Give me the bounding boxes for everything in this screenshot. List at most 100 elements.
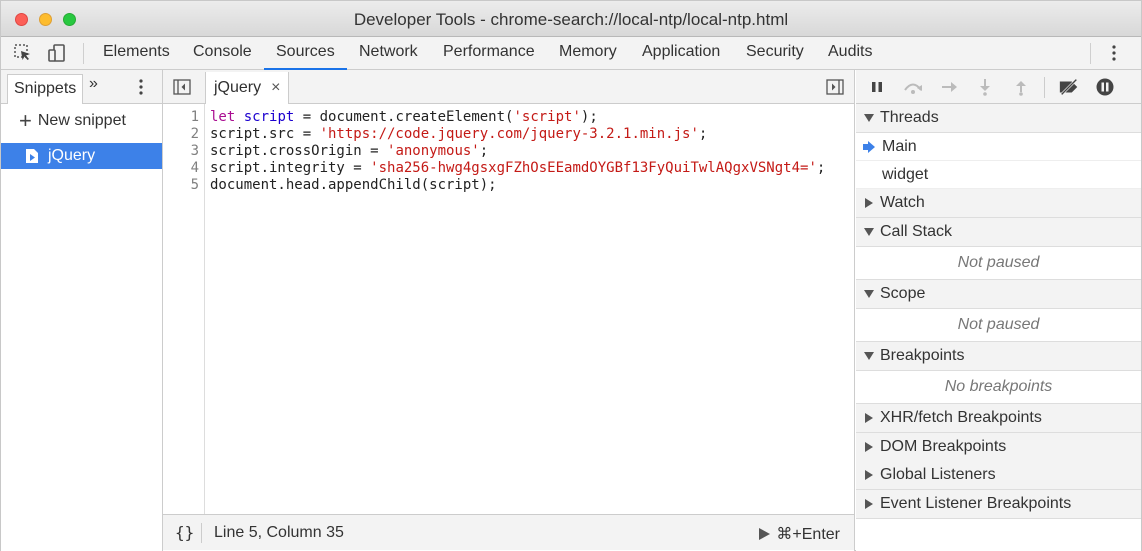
tab-performance[interactable]: Performance <box>443 37 535 70</box>
event-listener-breakpoints-section-header[interactable]: Event Listener Breakpoints <box>856 490 1141 519</box>
editor-tab-label: jQuery <box>214 79 262 96</box>
collapse-triangle-icon <box>865 413 873 423</box>
navigator-tab-bar: Snippets » <box>1 70 162 104</box>
editor-tab-jquery[interactable]: jQuery × <box>205 72 290 104</box>
debugger-sidebar: Threads Main widget Watch Call Stack Not… <box>856 70 1141 551</box>
tab-memory[interactable]: Memory <box>559 37 617 70</box>
tab-application[interactable]: Application <box>642 37 720 70</box>
main-tab-bar: Elements Console Sources Network Perform… <box>1 37 1141 70</box>
thread-name: widget <box>882 165 929 183</box>
collapse-triangle-icon <box>865 470 873 480</box>
tab-network[interactable]: Network <box>359 37 418 70</box>
tab-security[interactable]: Security <box>746 37 804 70</box>
run-snippet-button[interactable]: ⌘+Enter <box>759 524 840 544</box>
section-title: XHR/fetch Breakpoints <box>880 409 1042 426</box>
window-title: Developer Tools - chrome-search://local-… <box>353 10 789 29</box>
code-editor[interactable]: let script = document.createElement('scr… <box>210 104 825 216</box>
navigator-pane: Snippets » + New snippet jQuery <box>1 70 163 551</box>
scope-section-header[interactable]: Scope <box>856 280 1141 309</box>
expand-triangle-icon <box>864 290 874 298</box>
line-number: 2 <box>190 126 199 142</box>
close-tab-icon[interactable]: × <box>271 79 280 97</box>
run-shortcut-label: ⌘+Enter <box>776 526 840 543</box>
line-number: 4 <box>190 160 199 176</box>
section-title: Call Stack <box>880 223 953 240</box>
toolbar-divider <box>83 43 84 64</box>
step-icon[interactable] <box>938 77 960 97</box>
deactivate-breakpoints-icon[interactable] <box>1058 77 1080 97</box>
play-icon <box>759 528 771 540</box>
breakpoints-empty: No breakpoints <box>856 371 1141 404</box>
collapse-triangle-icon <box>865 198 873 208</box>
snippet-name: jQuery <box>48 147 96 164</box>
collapse-triangle-icon <box>865 442 873 452</box>
step-out-icon[interactable] <box>1010 77 1032 97</box>
title-bar: Developer Tools - chrome-search://local-… <box>1 1 1141 37</box>
status-divider <box>201 523 202 543</box>
editor-pane: jQuery × 1 2 3 4 5 let script = document… <box>163 70 855 551</box>
watch-section-header[interactable]: Watch <box>856 189 1141 218</box>
dom-breakpoints-section-header[interactable]: DOM Breakpoints <box>856 433 1141 462</box>
devtools-window: Developer Tools - chrome-search://local-… <box>0 0 1142 551</box>
debugger-toolbar <box>856 70 1141 104</box>
pause-on-exceptions-icon[interactable] <box>1094 77 1116 97</box>
toggle-navigator-icon[interactable] <box>173 79 191 99</box>
section-title: Threads <box>880 109 939 126</box>
editor-status-bar: {} Line 5, Column 35 ⌘+Enter <box>163 514 854 550</box>
more-tabs-icon[interactable]: » <box>89 75 98 93</box>
current-thread-arrow-icon <box>863 141 875 153</box>
toggle-debugger-icon[interactable] <box>826 79 844 99</box>
breakpoints-section-header[interactable]: Breakpoints <box>856 342 1141 371</box>
thread-item-widget[interactable]: widget <box>856 161 1141 189</box>
tab-sources[interactable]: Sources <box>264 37 347 70</box>
call-stack-empty: Not paused <box>856 247 1141 280</box>
expand-triangle-icon <box>864 114 874 122</box>
more-options-icon[interactable] <box>1104 41 1124 65</box>
section-title: Event Listener Breakpoints <box>880 495 1072 512</box>
navigator-menu-icon[interactable] <box>131 75 151 99</box>
line-number: 3 <box>190 143 199 159</box>
thread-name: Main <box>882 137 917 155</box>
step-into-icon[interactable] <box>974 77 996 97</box>
device-toolbar-icon[interactable] <box>45 42 69 64</box>
code-line: script.src = 'https://code.jquery.com/jq… <box>210 126 708 142</box>
code-line: script.crossOrigin = 'anonymous'; <box>210 143 489 159</box>
toolbar-divider <box>1090 43 1091 64</box>
line-number: 5 <box>190 177 199 193</box>
collapse-triangle-icon <box>865 499 873 509</box>
tab-snippets[interactable]: Snippets <box>7 74 84 104</box>
step-over-icon[interactable] <box>902 77 924 97</box>
new-snippet-label: New snippet <box>37 112 126 129</box>
scope-empty: Not paused <box>856 309 1141 342</box>
call-stack-section-header[interactable]: Call Stack <box>856 218 1141 247</box>
tab-elements[interactable]: Elements <box>103 37 170 70</box>
editor-tab-bar: jQuery × <box>163 70 854 104</box>
plus-icon: + <box>19 108 32 133</box>
code-line: script.integrity = 'sha256-hwg4gsxgFZhOs… <box>210 160 826 176</box>
section-title: DOM Breakpoints <box>880 438 1007 455</box>
tab-console[interactable]: Console <box>193 37 252 70</box>
global-listeners-section-header[interactable]: Global Listeners <box>856 461 1141 490</box>
expand-triangle-icon <box>864 352 874 360</box>
section-title: Scope <box>880 285 926 302</box>
line-number-gutter: 1 2 3 4 5 <box>163 104 205 514</box>
tab-audits[interactable]: Audits <box>828 37 872 70</box>
cursor-position: Line 5, Column 35 <box>214 524 344 541</box>
snippet-item-jquery[interactable]: jQuery <box>1 143 162 169</box>
code-line: document.head.appendChild(script); <box>210 177 497 193</box>
section-title: Global Listeners <box>880 466 996 483</box>
line-number: 1 <box>190 109 199 125</box>
expand-triangle-icon <box>864 228 874 236</box>
threads-section-header[interactable]: Threads <box>856 104 1141 133</box>
section-title: Breakpoints <box>880 347 965 364</box>
inspect-element-icon[interactable] <box>11 42 35 64</box>
snippet-file-icon <box>26 149 38 163</box>
pause-icon[interactable] <box>866 77 888 97</box>
pretty-print-button[interactable]: {} <box>175 523 194 542</box>
xhr-breakpoints-section-header[interactable]: XHR/fetch Breakpoints <box>856 404 1141 433</box>
code-line: let script = document.createElement('scr… <box>210 109 598 125</box>
thread-item-main[interactable]: Main <box>856 133 1141 161</box>
section-title: Watch <box>880 194 925 211</box>
new-snippet-button[interactable]: + New snippet <box>19 108 126 133</box>
toolbar-divider <box>1044 77 1045 98</box>
